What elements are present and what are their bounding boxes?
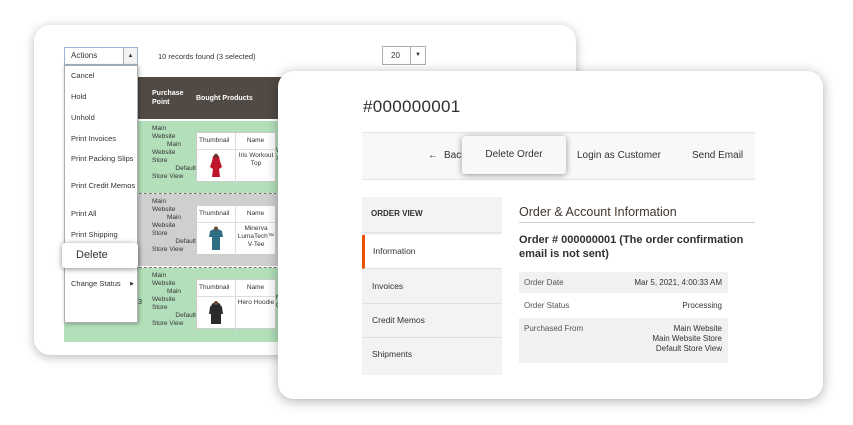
order-view-panel: #000000001 ← Back Delete Order Login as C… <box>278 71 823 399</box>
product-name: Minerva LumaTech™ V-Tee <box>237 225 275 248</box>
pp-line: Store View <box>152 320 184 327</box>
tab-information[interactable]: Information <box>362 235 502 269</box>
login-as-customer-button[interactable]: Login as Customer <box>577 150 661 161</box>
page-title: #000000001 <box>363 97 461 116</box>
menu-item-print-invoices[interactable]: Print Invoices <box>71 134 137 143</box>
tab-shipments[interactable]: Shipments <box>362 338 502 372</box>
caret-up-icon: ▲ <box>123 48 137 64</box>
pp-line: Store View <box>152 173 184 180</box>
arrow-left-icon: ← <box>428 150 438 161</box>
info-label: Order Date <box>524 278 564 287</box>
menu-item-cancel[interactable]: Cancel <box>71 71 137 80</box>
products-subtable: Thumbnail Name Minerva LumaTech™ V-Tee <box>196 205 276 256</box>
product-name: Iris Workout Top <box>238 152 274 167</box>
pp-line: Website <box>152 296 176 303</box>
product-thumbnail-header: Thumbnail <box>199 284 230 291</box>
pp-line: Main <box>152 198 167 205</box>
pp-line: Website <box>152 133 176 140</box>
delete-order-button[interactable]: Delete Order <box>462 136 566 174</box>
pp-line: Default <box>175 312 196 319</box>
product-thumbnail-header: Thumbnail <box>199 210 230 217</box>
pp-line: Default <box>175 165 196 172</box>
pp-line: Store <box>152 230 168 237</box>
pp-line: Website <box>152 222 176 229</box>
purchase-point-cell: Main Website Main Website Store Default … <box>152 125 196 181</box>
menu-item-hold[interactable]: Hold <box>71 92 137 101</box>
products-subtable: Thumbnail Name Iris Workout Top <box>196 132 276 183</box>
product-name-header: Name <box>235 133 275 149</box>
order-view-title: ORDER VIEW <box>362 197 502 233</box>
info-label: Order Status <box>524 301 570 310</box>
tab-invoices[interactable]: Invoices <box>362 270 502 304</box>
menu-item-print-shipping-labels[interactable]: Print Shipping Labels <box>71 230 137 240</box>
order-heading: Order # 000000001 (The order confirmatio… <box>519 234 744 260</box>
pp-line: Main <box>152 125 167 132</box>
menu-item-unhold[interactable]: Unhold <box>71 113 137 122</box>
column-header-purchase-point[interactable]: Purchase Point <box>152 77 192 119</box>
product-thumbnail-image <box>209 226 223 250</box>
menu-item-delete[interactable]: Delete <box>62 243 138 268</box>
tab-credit-memos[interactable]: Credit Memos <box>362 304 502 338</box>
pp-line: Website <box>152 280 176 287</box>
pp-line: Store View <box>152 246 184 253</box>
pp-line: Main <box>166 214 182 221</box>
pp-line: Store <box>152 304 168 311</box>
menu-item-print-all[interactable]: Print All <box>71 209 137 218</box>
menu-item-print-credit-memos[interactable]: Print Credit Memos <box>71 181 137 190</box>
product-name: Hero Hoodie <box>237 299 275 306</box>
pp-line: Main <box>166 288 182 295</box>
order-view-nav: ORDER VIEW Information Invoices Credit M… <box>362 197 502 375</box>
pp-line: Website <box>152 149 176 156</box>
purchase-point-cell: Main Website Main Website Store Default … <box>152 272 196 328</box>
products-subtable: Thumbnail Name Hero Hoodie <box>196 279 276 330</box>
menu-item-print-packing-slips[interactable]: Print Packing Slips <box>71 154 137 163</box>
send-email-button[interactable]: Send Email <box>692 150 743 161</box>
actions-select-label: Actions <box>71 51 98 60</box>
info-row-order-date: Order Date Mar 5, 2021, 4:00:33 AM <box>519 272 728 293</box>
pp-line: Default <box>175 238 196 245</box>
actions-select[interactable]: Actions ▲ <box>64 47 138 65</box>
info-value: Processing <box>682 301 722 310</box>
page-size-select[interactable]: 20 ▼ <box>382 46 426 65</box>
product-thumbnail-image <box>209 301 223 324</box>
info-value: Main Website Main Website Store Default … <box>652 324 722 353</box>
divider <box>519 222 755 223</box>
product-name-header: Name <box>235 280 275 296</box>
info-value: Mar 5, 2021, 4:00:33 AM <box>634 278 722 287</box>
caret-down-icon: ▼ <box>410 47 425 64</box>
pp-line: Website <box>152 206 176 213</box>
menu-item-change-status[interactable]: Change Status ▶ <box>71 279 137 288</box>
back-button[interactable]: ← Back <box>428 150 466 161</box>
page-size-value: 20 <box>391 51 400 60</box>
info-row-order-status: Order Status Processing <box>519 294 728 317</box>
pp-line: Store <box>152 157 168 164</box>
order-toolbar: ← Back Delete Order Login as Customer Sen… <box>362 132 755 180</box>
actions-menu: Cancel Hold Unhold Print Invoices Print … <box>64 65 138 323</box>
product-thumbnail-header: Thumbnail <box>199 137 230 144</box>
caret-right-icon: ▶ <box>130 281 134 287</box>
section-title: Order & Account Information <box>519 205 677 219</box>
product-thumbnail-image <box>210 153 222 177</box>
pp-line: Main <box>166 141 182 148</box>
column-header-bought-products[interactable]: Bought Products <box>196 77 276 119</box>
info-label: Purchased From <box>524 324 584 333</box>
purchase-point-cell: Main Website Main Website Store Default … <box>152 198 196 254</box>
menu-item-change-status-label: Change Status <box>71 279 121 288</box>
records-found-text: 10 records found (3 selected) <box>158 52 256 61</box>
product-name-header: Name <box>235 206 275 222</box>
info-row-purchased-from: Purchased From Main Website Main Website… <box>519 318 728 363</box>
pp-line: Main <box>152 272 167 279</box>
